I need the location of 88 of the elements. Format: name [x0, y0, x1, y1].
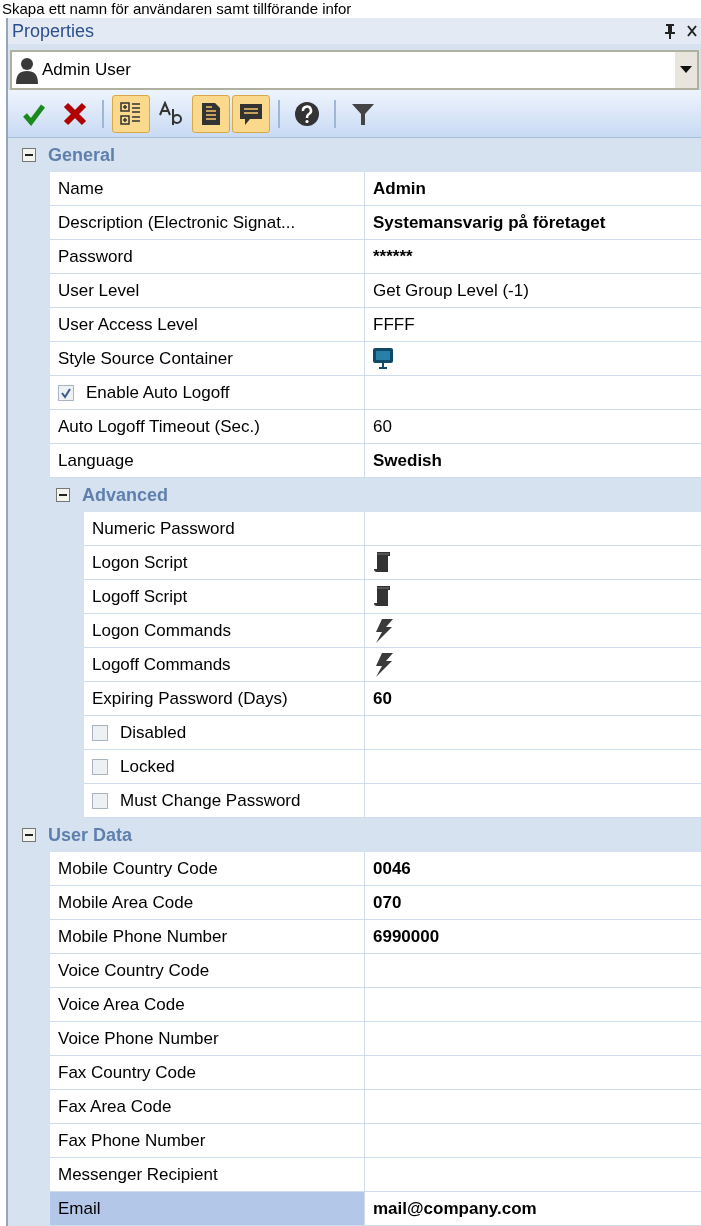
scroll-icon[interactable]: [373, 584, 391, 609]
property-row[interactable]: Description (Electronic Signat...: [50, 206, 365, 240]
close-icon[interactable]: [687, 24, 697, 38]
caret-icon: [680, 66, 692, 74]
property-row[interactable]: Fax Phone Number: [50, 1124, 365, 1158]
checkbox[interactable]: [58, 384, 74, 401]
help-icon: [294, 100, 320, 127]
checkmark-icon: [60, 386, 72, 399]
dropdown-button[interactable]: [675, 52, 697, 88]
property-row[interactable]: Voice Area Code: [50, 988, 365, 1022]
property-row[interactable]: Password: [50, 240, 365, 274]
value-cell[interactable]: 070: [365, 886, 701, 920]
value-cell[interactable]: FFFF: [365, 308, 701, 342]
value-cell[interactable]: [365, 1022, 701, 1056]
value-cell[interactable]: [365, 546, 701, 580]
value-cell[interactable]: Swedish: [365, 444, 701, 478]
value-cell[interactable]: [365, 954, 701, 988]
property-row[interactable]: Numeric Password: [84, 512, 365, 546]
value-cell[interactable]: [365, 342, 701, 376]
property-row[interactable]: Logon Script: [84, 546, 365, 580]
value-cell[interactable]: [365, 784, 701, 818]
object-selector[interactable]: Admin User: [10, 50, 699, 90]
value-cell[interactable]: [365, 1124, 701, 1158]
alphabetical-icon: [158, 100, 184, 127]
property-row[interactable]: User Access Level: [50, 308, 365, 342]
lightning-icon[interactable]: [373, 617, 393, 644]
category-header: General: [8, 138, 701, 172]
property-row[interactable]: Disabled: [84, 716, 365, 750]
value-cell[interactable]: [365, 716, 701, 750]
property-row[interactable]: Logoff Script: [84, 580, 365, 614]
property-row[interactable]: Mobile Country Code: [50, 852, 365, 886]
toolbar-button[interactable]: [112, 94, 150, 133]
value-cell[interactable]: Systemansvarig på företaget: [365, 206, 701, 240]
instruction-text: Skapa ett namn för användaren samt tillförande infor: [1, 0, 352, 18]
lightning-icon[interactable]: [373, 651, 393, 678]
scroll-icon[interactable]: [373, 550, 391, 575]
property-row[interactable]: Voice Phone Number: [50, 1022, 365, 1056]
value-cell[interactable]: [365, 988, 701, 1022]
checkbox[interactable]: [92, 724, 108, 741]
toolbar-button[interactable]: [192, 94, 230, 133]
value-cell[interactable]: 6990000: [365, 920, 701, 954]
value-cell[interactable]: Admin: [365, 172, 701, 206]
property-row[interactable]: Logoff Commands: [84, 648, 365, 682]
checkbox[interactable]: [92, 758, 108, 775]
checkbox[interactable]: [92, 792, 108, 809]
value-cell[interactable]: 60: [365, 410, 701, 444]
property-row[interactable]: Mobile Phone Number: [50, 920, 365, 954]
pin-icon[interactable]: [663, 23, 677, 39]
value-cell[interactable]: [365, 750, 701, 784]
property-row[interactable]: Enable Auto Logoff: [50, 376, 365, 410]
property-row[interactable]: Email: [50, 1192, 365, 1226]
property-row[interactable]: Locked: [84, 750, 365, 784]
property-row[interactable]: Name: [50, 172, 365, 206]
category-header: User Data: [8, 818, 701, 852]
cross-icon: [62, 100, 88, 127]
property-row[interactable]: Messenger Recipient: [50, 1158, 365, 1192]
value-cell[interactable]: [365, 614, 701, 648]
collapse-icon[interactable]: [22, 148, 36, 162]
collapse-icon[interactable]: [56, 488, 70, 502]
value-cell[interactable]: 0046: [365, 852, 701, 886]
value-cell[interactable]: [365, 1090, 701, 1124]
value-cell[interactable]: [365, 648, 701, 682]
property-row[interactable]: Voice Country Code: [50, 954, 365, 988]
category-header: Advanced: [8, 478, 701, 512]
property-row[interactable]: Must Change Password: [84, 784, 365, 818]
property-row[interactable]: Expiring Password (Days): [84, 682, 365, 716]
value-cell[interactable]: [365, 1158, 701, 1192]
property-row[interactable]: Language: [50, 444, 365, 478]
property-row[interactable]: Fax Country Code: [50, 1056, 365, 1090]
value-cell[interactable]: [365, 1056, 701, 1090]
value-cell[interactable]: 60: [365, 682, 701, 716]
property-row[interactable]: Style Source Container: [50, 342, 365, 376]
property-row[interactable]: Mobile Area Code: [50, 886, 365, 920]
property-row[interactable]: Auto Logoff Timeout (Sec.): [50, 410, 365, 444]
value-cell[interactable]: mail@company.com: [365, 1192, 701, 1226]
toolbar-button[interactable]: [232, 94, 270, 133]
property-row[interactable]: Fax Area Code: [50, 1090, 365, 1124]
monitor-icon[interactable]: [373, 347, 393, 370]
value-cell[interactable]: Get Group Level (-1): [365, 274, 701, 308]
property-row[interactable]: User Level: [50, 274, 365, 308]
value-cell[interactable]: [365, 376, 701, 410]
collapse-icon[interactable]: [22, 828, 36, 842]
user-icon: [14, 56, 40, 84]
value-cell[interactable]: ******: [365, 240, 701, 274]
panel-title: Properties: [12, 19, 96, 43]
property-row[interactable]: Logon Commands: [84, 614, 365, 648]
value-cell[interactable]: [365, 580, 701, 614]
value-cell[interactable]: [365, 512, 701, 546]
